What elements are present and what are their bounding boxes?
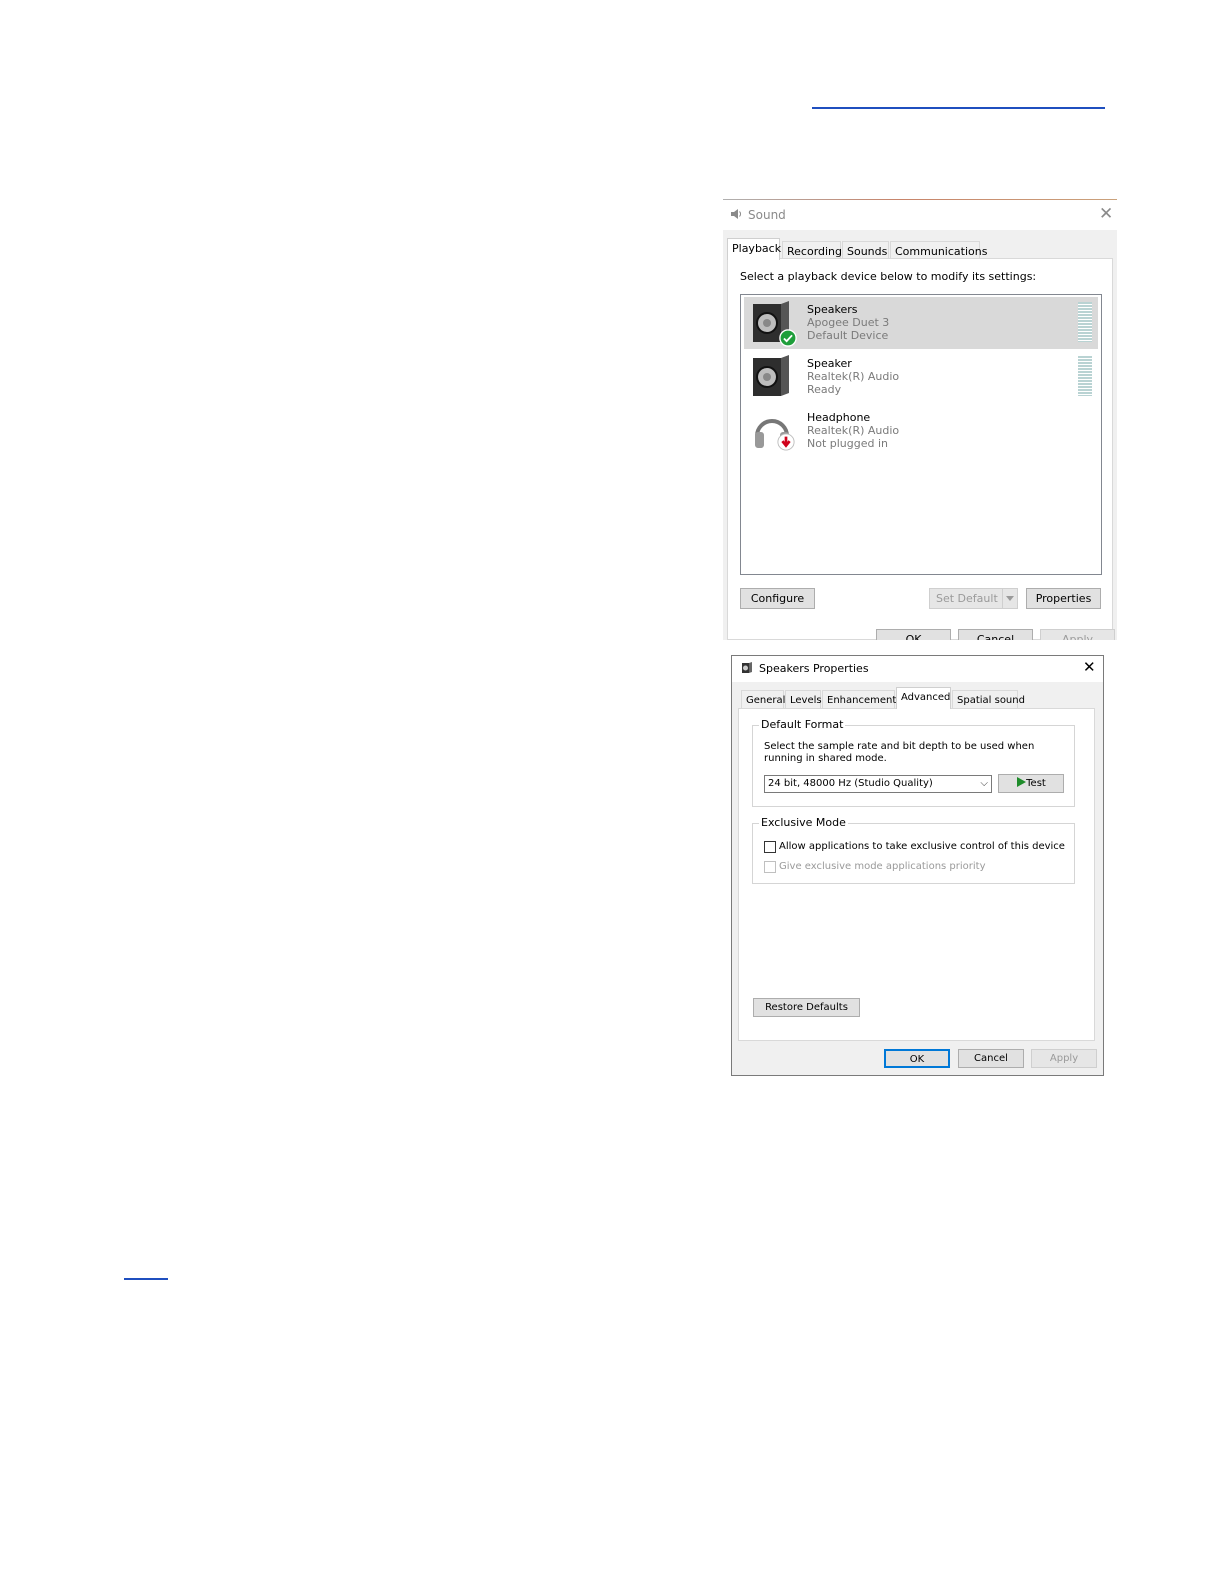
volume-level-meter xyxy=(1078,356,1092,396)
chevron-down-icon[interactable] xyxy=(1002,589,1017,608)
selected-format: 24 bit, 48000 Hz (Studio Quality) xyxy=(768,778,933,789)
list-item-speaker[interactable]: Speaker Realtek(R) Audio Ready xyxy=(744,351,1098,403)
speaker-app-icon xyxy=(742,662,752,673)
allow-exclusive-checkbox[interactable] xyxy=(764,841,776,853)
window-title: Speakers Properties xyxy=(759,662,869,675)
advanced-panel: Default Format Select the sample rate an… xyxy=(738,708,1095,1041)
tab-playback[interactable]: Playback xyxy=(727,238,781,260)
test-button[interactable]: Test xyxy=(998,774,1064,793)
volume-level-meter xyxy=(1078,302,1092,342)
restore-defaults-button[interactable]: Restore Defaults xyxy=(753,998,860,1017)
device-list[interactable]: Speakers Apogee Duet 3 Default Device Sp… xyxy=(740,294,1102,575)
apply-button[interactable]: Apply xyxy=(1031,1049,1097,1068)
apply-button[interactable]: Apply xyxy=(1040,629,1115,640)
ok-button[interactable]: OK xyxy=(884,1049,950,1068)
allow-exclusive-label[interactable]: Allow applications to take exclusive con… xyxy=(779,841,1065,852)
device-status: Not plugged in xyxy=(807,437,889,450)
close-icon[interactable]: ✕ xyxy=(1099,206,1113,223)
properties-button[interactable]: Properties xyxy=(1026,588,1101,609)
group-label: Default Format xyxy=(759,718,846,731)
device-driver: Realtek(R) Audio xyxy=(807,424,900,437)
device-name: Speakers xyxy=(807,303,858,316)
device-status: Ready xyxy=(807,383,842,396)
default-format-group: Default Format Select the sample rate an… xyxy=(752,718,1075,807)
title-bar[interactable]: Sound ✕ xyxy=(723,200,1117,230)
device-driver: Apogee Duet 3 xyxy=(807,316,890,329)
exclusive-priority-label[interactable]: Give exclusive mode applications priorit… xyxy=(779,861,986,872)
device-name: Speaker xyxy=(807,357,852,370)
ok-button[interactable]: OK xyxy=(876,629,951,640)
speakers-properties-dialog: Speakers Properties ✕ General Levels Enh… xyxy=(731,655,1104,1076)
list-item-headphone[interactable]: Headphone Realtek(R) Audio Not plugged i… xyxy=(744,405,1098,457)
window-title: Sound xyxy=(748,208,786,222)
default-format-description: Select the sample rate and bit depth to … xyxy=(764,741,1035,764)
sound-app-icon xyxy=(731,209,742,219)
default-check-icon xyxy=(779,329,797,347)
tab-advanced[interactable]: Advanced xyxy=(896,687,951,709)
cancel-button[interactable]: Cancel xyxy=(958,1049,1024,1068)
device-driver: Realtek(R) Audio xyxy=(807,370,900,383)
unplugged-arrow-icon xyxy=(777,433,795,451)
speaker-icon xyxy=(753,355,789,396)
set-default-label: Set Default xyxy=(936,592,998,605)
instruction-text: Select a playback device below to modify… xyxy=(740,270,1037,283)
document-link-underline[interactable] xyxy=(124,1278,168,1280)
play-icon xyxy=(1017,777,1027,787)
tab-general[interactable]: General xyxy=(741,690,785,709)
sound-dialog: Sound ✕ Playback Recording Sounds Commun… xyxy=(723,199,1117,640)
exclusive-mode-group: Exclusive Mode Allow applications to tak… xyxy=(752,816,1075,884)
tab-spatial-sound[interactable]: Spatial sound xyxy=(952,690,1025,709)
tab-enhancements[interactable]: Enhancements xyxy=(822,690,901,709)
exclusive-priority-checkbox[interactable] xyxy=(764,861,776,873)
chevron-down-icon: ⌵ xyxy=(980,778,988,789)
document-link-underline[interactable] xyxy=(812,107,1105,109)
set-default-button[interactable]: Set Default xyxy=(929,588,1018,609)
test-label: Test xyxy=(1026,778,1046,789)
close-icon[interactable]: ✕ xyxy=(1083,660,1096,675)
cancel-button[interactable]: Cancel xyxy=(958,629,1033,640)
device-name: Headphone xyxy=(807,411,871,424)
sample-format-dropdown[interactable]: 24 bit, 48000 Hz (Studio Quality) ⌵ xyxy=(764,775,992,793)
tab-levels[interactable]: Levels xyxy=(785,690,822,709)
playback-panel: Select a playback device below to modify… xyxy=(727,258,1113,640)
title-bar[interactable]: Speakers Properties ✕ xyxy=(732,656,1103,682)
list-item-speakers[interactable]: Speakers Apogee Duet 3 Default Device xyxy=(744,297,1098,349)
configure-button[interactable]: Configure xyxy=(740,588,815,609)
group-label: Exclusive Mode xyxy=(759,816,848,829)
device-status: Default Device xyxy=(807,329,889,342)
